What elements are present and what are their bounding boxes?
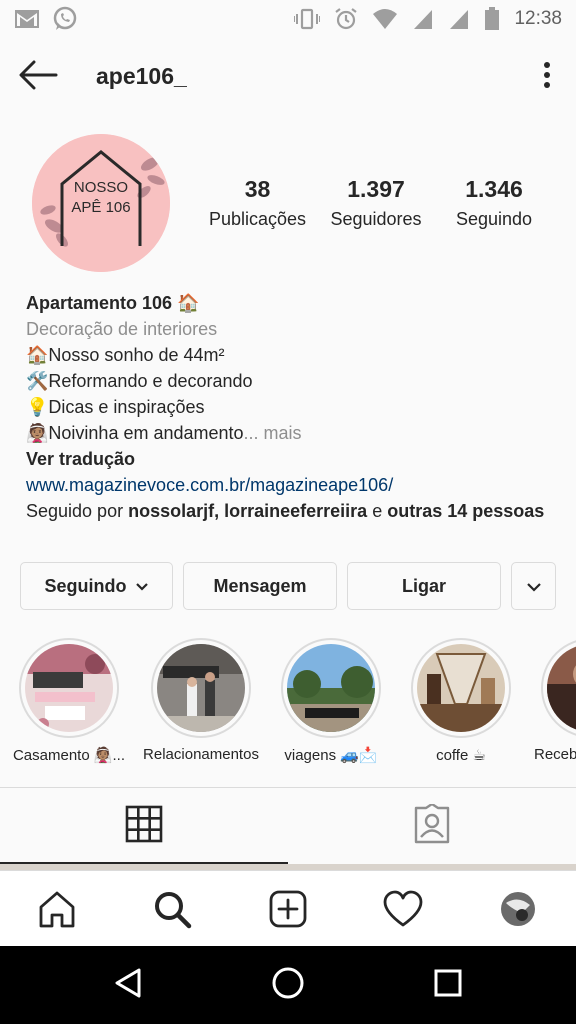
- top-bar: ape106_: [0, 38, 576, 116]
- profile-avatar-icon: [500, 891, 536, 932]
- chevron-down-icon: [135, 576, 149, 597]
- message-button-label: Mensagem: [213, 575, 307, 596]
- stat-followers-label: Seguidores: [330, 209, 422, 229]
- bio-more-link[interactable]: ... mais: [244, 423, 302, 443]
- home-icon: [37, 889, 77, 934]
- heart-icon: [383, 890, 423, 933]
- more-vertical-icon: [543, 61, 551, 94]
- system-back-button[interactable]: [108, 965, 148, 1005]
- highlight-item[interactable]: Receb: [526, 638, 576, 763]
- avatar-text-line1: NOSSO: [74, 179, 128, 196]
- recents-square-icon: [433, 968, 463, 1003]
- bio-line: 🛠️Reformando e decorando: [26, 371, 253, 391]
- highlight-caption: Casamento 👰🏽...: [12, 747, 126, 764]
- more-options-button[interactable]: [534, 60, 560, 94]
- followed-by-and: e: [367, 501, 388, 521]
- status-bar: 12:38: [0, 0, 576, 38]
- system-recents-button[interactable]: [428, 965, 468, 1005]
- stat-followers[interactable]: 1.397 Seguidores: [321, 176, 431, 230]
- profile-bio: Apartamento 106 🏠 Decoração de interiore…: [26, 290, 556, 524]
- back-triangle-icon: [113, 967, 143, 1004]
- bio-line: 🏠Nosso sonho de 44m²: [26, 345, 225, 365]
- stat-followers-value: 1.397: [347, 176, 405, 202]
- call-button-label: Ligar: [401, 575, 446, 596]
- followed-by-others: outras 14 pessoas: [387, 501, 545, 521]
- profile-full-name: Apartamento 106 🏠: [26, 293, 200, 313]
- highlight-caption: coffe ☕: [436, 747, 486, 764]
- highlight-caption: Relacionamentos: [143, 746, 259, 763]
- highlight-cover: [157, 644, 245, 732]
- nav-activity[interactable]: [381, 889, 425, 933]
- highlight-item[interactable]: viagens 🚙📩: [266, 638, 396, 764]
- arrow-left-icon: [18, 60, 58, 95]
- alarm-icon: [334, 7, 358, 31]
- nav-new-post[interactable]: [266, 889, 310, 933]
- bio-line: 💡Dicas e inspirações: [26, 397, 205, 417]
- following-button-label: Seguindo: [44, 575, 127, 596]
- profile-tabs: [0, 788, 576, 864]
- bio-line: 👰🏽Noivinha em andamento: [26, 423, 244, 443]
- vibrate-icon: [294, 8, 321, 30]
- chevron-down-icon: [526, 576, 542, 597]
- profile-username: ape106_: [96, 63, 187, 89]
- profile-avatar[interactable]: NOSSO APÊ 106: [32, 134, 170, 272]
- profile-stats: 38 Publicações 1.397 Seguidores 1.346 Se…: [200, 176, 550, 236]
- nav-profile[interactable]: [496, 889, 540, 933]
- add-post-icon: [268, 889, 308, 934]
- back-button[interactable]: [16, 60, 60, 94]
- stat-following[interactable]: 1.346 Seguindo: [444, 176, 544, 230]
- see-translation-link[interactable]: Ver tradução: [26, 446, 556, 472]
- highlight-item[interactable]: Casamento 👰🏽...: [4, 638, 134, 764]
- highlight-cover: [25, 644, 113, 732]
- profile-category: Decoração de interiores: [26, 319, 218, 339]
- highlight-cover: [547, 644, 576, 732]
- highlight-item[interactable]: Relacionamentos: [136, 638, 266, 763]
- signal-icon: [448, 8, 470, 30]
- call-button[interactable]: Ligar: [347, 562, 501, 610]
- highlight-caption: Receb: [534, 746, 576, 763]
- nav-home[interactable]: [35, 889, 79, 933]
- message-button[interactable]: Mensagem: [183, 562, 337, 610]
- status-time: 12:38: [514, 8, 562, 29]
- bio-line-last: 👰🏽Noivinha em andamento... mais: [26, 420, 556, 446]
- grid-icon: [125, 805, 163, 848]
- story-highlights: Casamento 👰🏽... Relacionamentos viagens …: [0, 638, 576, 770]
- suggested-accounts-button[interactable]: [511, 562, 556, 610]
- stat-following-label: Seguindo: [455, 209, 533, 229]
- stat-posts[interactable]: 38 Publicações: [200, 176, 315, 230]
- battery-icon: [484, 7, 500, 31]
- stat-following-value: 1.346: [465, 176, 523, 202]
- highlight-cover: [417, 644, 505, 732]
- followed-by-users: nossolarjf, lorraineeferreiira: [128, 501, 368, 521]
- gmail-icon: [14, 9, 40, 29]
- followed-by[interactable]: Seguido por nossolarjf, lorraineeferreii…: [26, 498, 556, 524]
- highlight-cover: [287, 644, 375, 732]
- nav-search[interactable]: [150, 889, 194, 933]
- home-circle-icon: [271, 966, 305, 1005]
- followed-by-prefix: Seguido por: [26, 501, 129, 521]
- tagged-icon: [412, 802, 452, 849]
- system-navigation-bar: [0, 946, 576, 1024]
- tab-tagged[interactable]: [288, 788, 576, 864]
- highlight-item[interactable]: coffe ☕: [396, 638, 526, 764]
- system-home-button[interactable]: [268, 965, 308, 1005]
- bottom-navigation: [0, 870, 576, 946]
- highlight-caption: viagens 🚙📩: [284, 747, 378, 764]
- stat-posts-value: 38: [244, 176, 271, 202]
- avatar-text-line2: APÊ 106: [71, 199, 130, 216]
- signal-icon: [412, 8, 434, 30]
- stat-posts-label: Publicações: [208, 209, 307, 229]
- whatsapp-icon: [52, 6, 78, 32]
- profile-actions: Seguindo Mensagem Ligar: [20, 562, 556, 610]
- following-button[interactable]: Seguindo: [20, 562, 173, 610]
- profile-website-link[interactable]: www.magazinevoce.com.br/magazineape106/: [26, 472, 556, 498]
- tab-posts-grid[interactable]: [0, 788, 288, 864]
- wifi-icon: [372, 8, 398, 30]
- search-icon: [152, 889, 192, 934]
